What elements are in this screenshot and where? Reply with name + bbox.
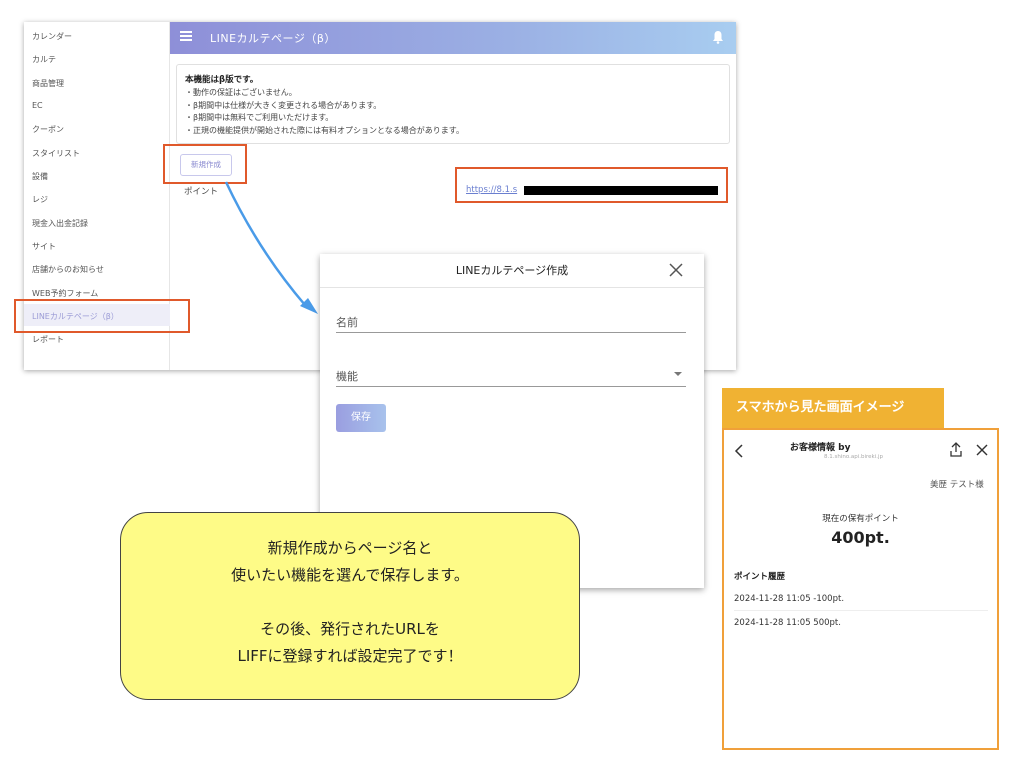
phone-title: お客様情報 by bbox=[790, 443, 851, 453]
close-icon[interactable] bbox=[976, 444, 988, 456]
history-row: 2024-11-28 11:05 500pt. bbox=[734, 618, 841, 628]
point-history-title: ポイント履歴 bbox=[734, 572, 786, 582]
callout-line: 使いたい機能を選んで保存します。 bbox=[231, 566, 469, 584]
callout-line: その後、発行されたURLを bbox=[260, 620, 440, 638]
customer-name: 美歴 テスト様 bbox=[930, 480, 984, 490]
chevron-down-icon[interactable] bbox=[674, 372, 682, 376]
chevron-left-icon[interactable] bbox=[734, 444, 744, 458]
phone-subtitle: 8.1.shino.api.bireki.jp bbox=[824, 454, 884, 460]
phone-preview: お客様情報 by 8.1.shino.api.bireki.jp 美歴 テスト様… bbox=[722, 428, 999, 750]
callout-line: LIFFに登録すれば設定完了です！ bbox=[237, 647, 463, 665]
close-icon[interactable] bbox=[668, 262, 684, 278]
callout-line: 新規作成からページ名と bbox=[267, 539, 433, 557]
current-points-label: 現在の保有ポイント bbox=[822, 514, 899, 524]
function-select[interactable]: 機能 bbox=[336, 368, 358, 384]
save-button[interactable]: 保存 bbox=[336, 404, 386, 432]
modal-title: LINEカルテページ作成 bbox=[320, 254, 704, 288]
share-icon[interactable] bbox=[949, 442, 963, 458]
name-field[interactable]: 名前 bbox=[336, 314, 358, 330]
callout-line bbox=[121, 589, 579, 616]
instruction-callout: 新規作成からページ名と 使いたい機能を選んで保存します。 その後、発行されたUR… bbox=[120, 512, 580, 700]
name-field-underline bbox=[336, 332, 686, 333]
history-divider bbox=[734, 610, 988, 611]
phone-preview-tab: スマホから見た画面イメージ bbox=[722, 388, 944, 428]
current-points-value: 400pt. bbox=[831, 528, 890, 547]
history-row: 2024-11-28 11:05 -100pt. bbox=[734, 594, 845, 604]
function-select-underline bbox=[336, 386, 686, 387]
